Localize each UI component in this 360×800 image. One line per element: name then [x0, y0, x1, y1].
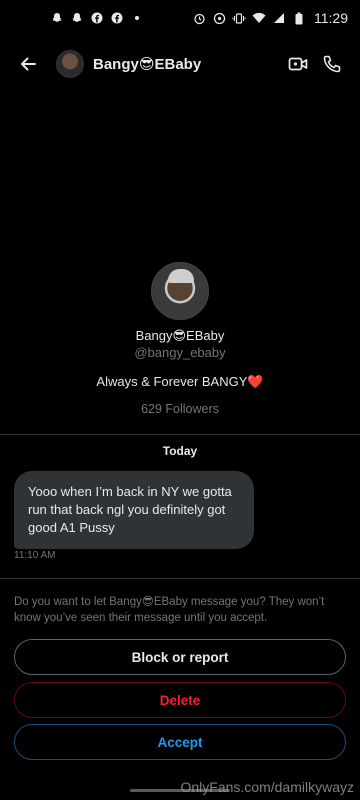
back-button[interactable] — [14, 50, 42, 78]
received-message-bubble[interactable]: Yooo when I’m back in NY we gotta run th… — [14, 471, 254, 549]
profile-handle: @bangy_ebaby — [134, 345, 226, 360]
message-timestamp: 11:10 AM — [14, 550, 56, 561]
conversation-title[interactable]: Bangy😎EBaby — [93, 55, 201, 73]
conversation-header: Bangy😎EBaby — [0, 36, 360, 92]
header-avatar[interactable] — [56, 50, 84, 78]
block-or-report-button[interactable]: Block or report — [14, 639, 346, 675]
arrow-left-icon — [21, 57, 36, 71]
video-call-icon — [288, 57, 308, 71]
data-saver-icon — [212, 11, 226, 25]
notification-icons — [50, 11, 144, 25]
avatar-cap-detail — [168, 269, 194, 283]
snapchat-icon — [50, 11, 64, 25]
vibrate-icon — [232, 11, 246, 25]
alarm-icon — [192, 11, 206, 25]
profile-summary: Bangy😎EBaby @bangy_ebaby Always & Foreve… — [0, 262, 360, 416]
phone-icon — [323, 55, 341, 73]
video-call-button[interactable] — [286, 52, 310, 76]
divider — [0, 434, 360, 435]
phone-call-button[interactable] — [320, 52, 344, 76]
status-bar: 11:29 — [0, 0, 360, 36]
watermark: OnlyFans.com/damilkywayz — [180, 779, 355, 795]
facebook-icon — [90, 11, 104, 25]
profile-followers[interactable]: 629 Followers — [0, 402, 360, 416]
dot-icon — [130, 11, 144, 25]
wifi-icon — [252, 11, 266, 25]
delete-button[interactable]: Delete — [14, 682, 346, 718]
accept-button[interactable]: Accept — [14, 724, 346, 760]
clock: 11:29 — [314, 10, 348, 26]
profile-name[interactable]: Bangy😎EBaby — [0, 328, 360, 344]
signal-icon — [272, 11, 286, 25]
profile-bio: Always & Forever BANGY❤️ — [96, 374, 264, 389]
facebook-icon — [110, 11, 124, 25]
battery-icon — [292, 11, 306, 25]
divider — [0, 578, 360, 579]
date-separator: Today — [162, 444, 198, 458]
message-request-prompt: Do you want to let Bangy😎EBaby message y… — [14, 596, 325, 624]
snapchat-icon — [70, 11, 84, 25]
system-icons: 11:29 — [192, 10, 348, 26]
profile-avatar[interactable] — [151, 262, 209, 320]
